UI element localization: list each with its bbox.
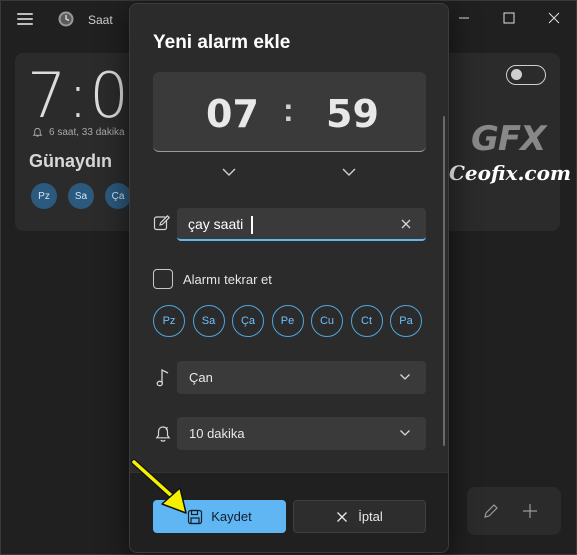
alarm-card-day: Pz [31, 183, 57, 209]
edit-alarms-icon[interactable] [481, 501, 501, 521]
clear-text-icon[interactable] [399, 217, 413, 231]
day-toggle-pz[interactable]: Pz [153, 305, 185, 337]
dialog-scrollbar[interactable] [443, 116, 445, 446]
svg-text:z: z [166, 426, 169, 432]
alarm-toggle[interactable] [506, 65, 546, 85]
snooze-time-value: 10 dakika [189, 426, 245, 441]
alarm-sound-value: Çan [189, 370, 213, 385]
cancel-button[interactable]: İptal [293, 500, 426, 533]
watermark-logo: GFX [471, 119, 546, 159]
pencil-icon [153, 215, 171, 231]
dialog-title: Yeni alarm ekle [153, 32, 291, 53]
repeat-label: Alarmı tekrar et [183, 271, 272, 287]
repeat-alarm-row[interactable]: Alarmı tekrar et [153, 269, 272, 289]
maximize-icon[interactable] [498, 7, 520, 29]
alarm-card-day: Sa [68, 183, 94, 209]
day-toggle-ca[interactable]: Ça [232, 305, 264, 337]
music-note-icon [156, 368, 169, 387]
add-alarm-icon[interactable] [520, 501, 540, 521]
toggle-knob [511, 69, 522, 80]
chevron-down-icon [400, 430, 410, 436]
close-icon [337, 511, 348, 522]
time-separator: : [283, 92, 294, 128]
repeat-days: Pz Sa Ça Pe Cu Ct Pa [153, 305, 422, 337]
alarm-card-remaining: 6 saat, 33 dakika [32, 127, 125, 138]
day-toggle-pa[interactable]: Pa [390, 305, 422, 337]
minute-down-chevron-icon[interactable] [340, 166, 358, 178]
snooze-time-select[interactable]: 10 dakika [177, 417, 426, 450]
hour-down-chevron-icon[interactable] [220, 166, 238, 178]
alarm-card-remaining-text: 6 saat, 33 dakika [49, 127, 125, 138]
alarm-name-input[interactable] [188, 214, 388, 234]
watermark-text: Ceofix.com [449, 161, 572, 185]
day-toggle-pe[interactable]: Pe [271, 305, 304, 337]
minute-value[interactable]: 59 [326, 92, 379, 136]
repeat-checkbox[interactable] [153, 269, 173, 289]
alarm-name-field[interactable] [177, 208, 426, 241]
alarm-card-day: Ça [105, 183, 131, 209]
app-title: Saat [88, 13, 113, 27]
day-toggle-ct[interactable]: Ct [350, 305, 383, 337]
cancel-button-label: İptal [358, 509, 383, 524]
text-caret [251, 216, 253, 234]
bell-small-icon [32, 127, 43, 137]
annotation-arrow [131, 459, 187, 514]
hour-value[interactable]: 07 [206, 92, 259, 136]
alarm-card-name: Günaydın [29, 151, 113, 171]
day-toggle-sa[interactable]: Sa [192, 305, 225, 337]
save-button-label: Kaydet [211, 509, 252, 524]
chevron-down-icon [400, 374, 410, 380]
clock-app-icon [58, 11, 74, 27]
time-picker[interactable]: 07 : 59 [153, 72, 426, 152]
alarm-sound-select[interactable]: Çan [177, 361, 426, 394]
close-window-icon[interactable] [543, 7, 565, 29]
snooze-icon: z [155, 426, 171, 442]
minimize-icon[interactable] [453, 7, 475, 29]
alarm-card-days: Pz Sa Ça [31, 183, 131, 209]
day-toggle-cu[interactable]: Cu [311, 305, 343, 337]
hamburger-menu-icon[interactable] [17, 13, 33, 25]
